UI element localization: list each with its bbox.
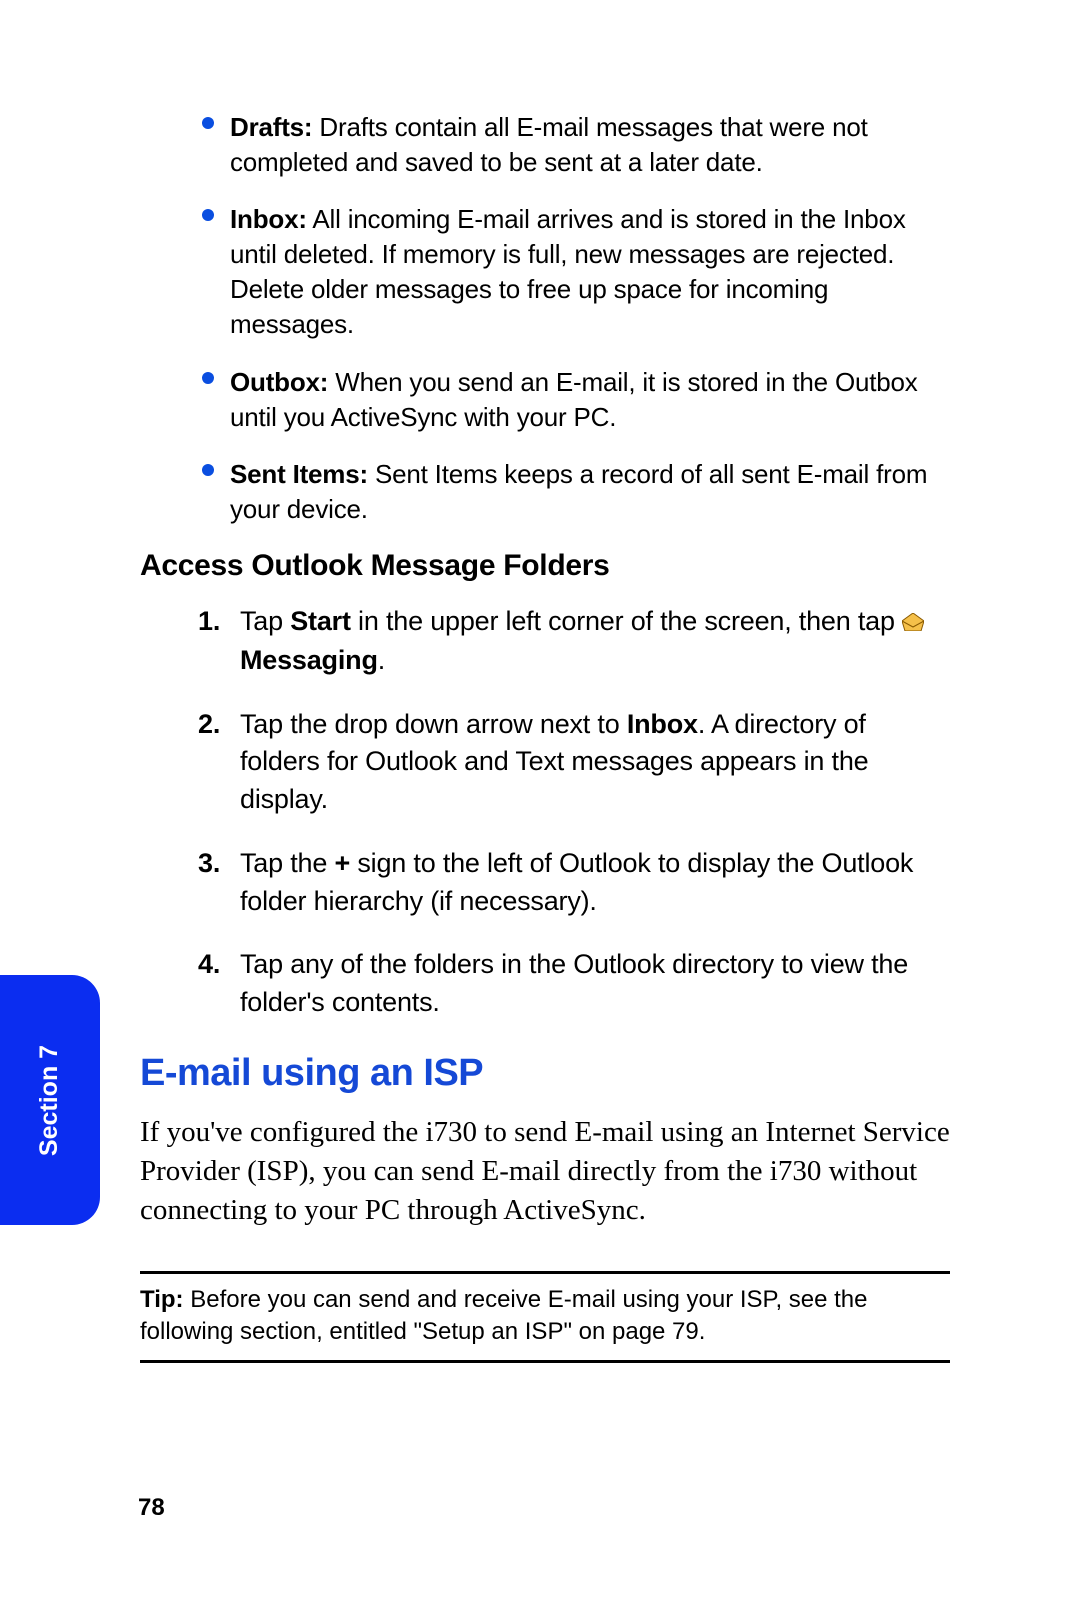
body-paragraph: If you've configured the i730 to send E-… <box>140 1113 950 1230</box>
start-keyword: Start <box>290 606 351 636</box>
folder-label: Inbox: <box>230 204 307 234</box>
inbox-keyword: Inbox <box>627 709 698 739</box>
step-number: 4. <box>198 946 220 984</box>
step-item: 4. Tap any of the folders in the Outlook… <box>140 946 950 1022</box>
bullet-icon <box>202 464 214 476</box>
page-content: Drafts: Drafts contain all E-mail messag… <box>140 110 950 1363</box>
list-item: Outbox: When you send an E-mail, it is s… <box>140 365 950 435</box>
step-text: . <box>378 645 385 675</box>
tip-label: Tip: <box>140 1286 190 1313</box>
step-item: 1. Tap Start in the upper left corner of… <box>140 603 950 680</box>
step-text: Tap the drop down arrow next to <box>240 709 627 739</box>
step-text: Tap the <box>240 848 334 878</box>
list-item: Inbox: All incoming E-mail arrives and i… <box>140 202 950 342</box>
bullet-icon <box>202 209 214 221</box>
folder-bullet-list: Drafts: Drafts contain all E-mail messag… <box>140 110 950 527</box>
tip-text: Before you can send and receive E-mail u… <box>140 1286 868 1345</box>
folder-label: Drafts: <box>230 112 312 142</box>
messaging-icon <box>902 604 924 642</box>
folder-desc: When you send an E-mail, it is stored in… <box>230 367 918 432</box>
bullet-icon <box>202 117 214 129</box>
section-tab-label: Section 7 <box>36 1044 65 1155</box>
step-item: 2. Tap the drop down arrow next to Inbox… <box>140 706 950 819</box>
page-number: 78 <box>138 1494 165 1522</box>
step-item: 3. Tap the + sign to the left of Outlook… <box>140 845 950 921</box>
step-text: Tap any of the folders in the Outlook di… <box>240 949 908 1017</box>
step-number: 3. <box>198 845 220 883</box>
step-number: 1. <box>198 603 220 641</box>
list-item: Drafts: Drafts contain all E-mail messag… <box>140 110 950 180</box>
step-number: 2. <box>198 706 220 744</box>
folder-desc: All incoming E-mail arrives and is store… <box>230 204 906 339</box>
step-text: in the upper left corner of the screen, … <box>351 606 902 636</box>
list-item: Sent Items: Sent Items keeps a record of… <box>140 457 950 527</box>
folder-label: Outbox: <box>230 367 328 397</box>
step-text: Tap <box>240 606 290 636</box>
numbered-steps: 1. Tap Start in the upper left corner of… <box>140 603 950 1022</box>
tip-callout: Tip: Before you can send and receive E-m… <box>140 1271 950 1364</box>
heading-email-isp: E-mail using an ISP <box>140 1052 950 1095</box>
section-tab: Section 7 <box>0 975 100 1225</box>
manual-page: Section 7 Drafts: Drafts contain all E-m… <box>0 0 1080 1622</box>
messaging-keyword: Messaging <box>240 645 378 675</box>
bullet-icon <box>202 372 214 384</box>
plus-keyword: + <box>334 848 350 878</box>
folder-label: Sent Items: <box>230 459 368 489</box>
subheading-access-folders: Access Outlook Message Folders <box>140 549 950 583</box>
folder-desc: Drafts contain all E-mail messages that … <box>230 112 868 177</box>
